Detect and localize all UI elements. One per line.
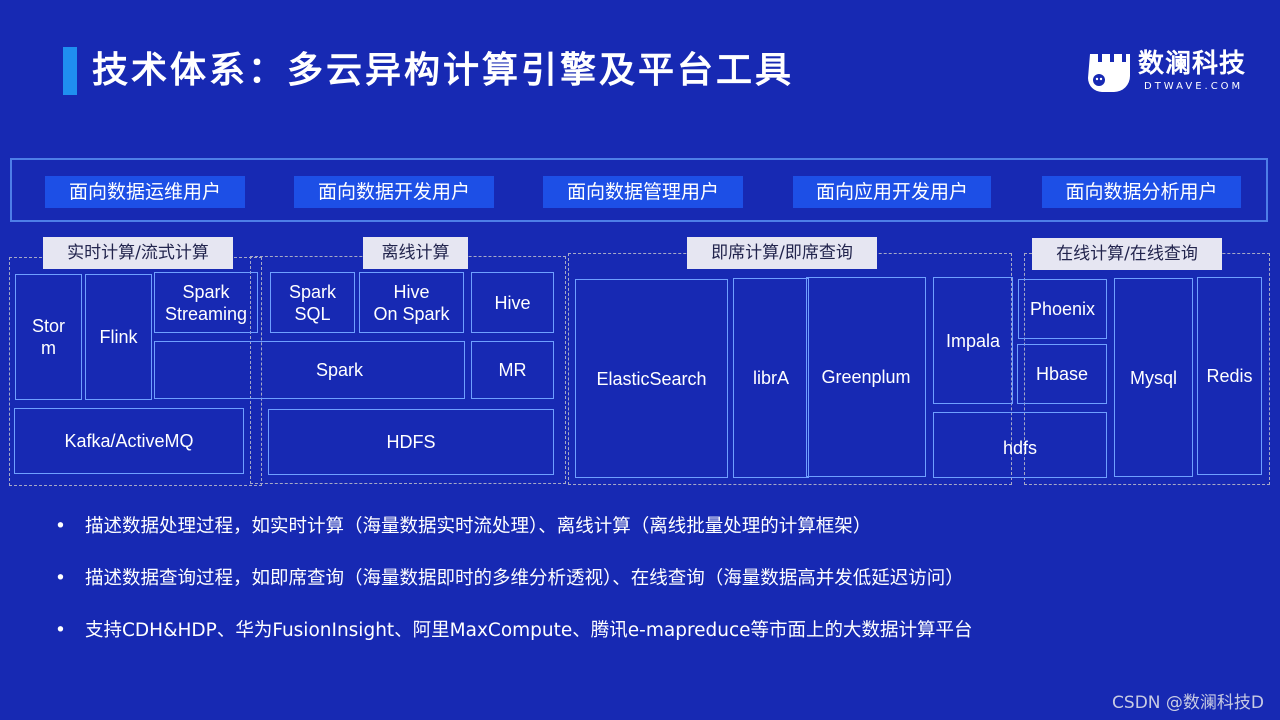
bullet-dot-icon: • (55, 568, 66, 589)
component-hdfs-lower: hdfs (933, 412, 1107, 478)
component-greenplum-label: Greenplum (821, 367, 911, 387)
component-spark-sql-label: Spark SQL (288, 281, 337, 324)
component-spark-streaming-label: Spark Streaming (164, 281, 248, 324)
component-impala: Impala (933, 277, 1013, 404)
component-impala-label: Impala (945, 330, 1001, 351)
page-title: 技术体系：多云异构计算引擎及平台工具 (92, 50, 795, 91)
component-flink-label: Flink (99, 327, 138, 347)
user-type-app-dev: 面向应用开发用户 (793, 176, 991, 208)
logo-name: 数澜科技 (1138, 49, 1247, 79)
group-label-adhoc: 即席计算/即席查询 (687, 237, 877, 269)
group-label-realtime: 实时计算/流式计算 (43, 237, 233, 269)
title-accent-bar (63, 47, 77, 95)
component-libra: librA (733, 278, 809, 478)
component-hdfs: HDFS (268, 409, 554, 475)
watermark: CSDN @数澜科技D (1112, 693, 1264, 713)
sloth-logo-icon (1088, 54, 1130, 92)
user-type-mgmt: 面向数据管理用户 (543, 176, 743, 208)
component-hbase-label: Hbase (1035, 364, 1089, 384)
brand-logo: 数澜科技 DTWAVE.COM (1086, 48, 1256, 96)
component-elasticsearch: ElasticSearch (575, 279, 728, 478)
component-kafka-activemq: Kafka/ActiveMQ (14, 408, 244, 474)
bullet-item: • 描述数据处理过程，如实时计算（海量数据实时流处理）、离线计算（离线批量处理的计… (55, 514, 871, 540)
group-label-offline: 离线计算 (363, 237, 468, 269)
bullet-item: • 支持CDH&HDP、华为FusionInsight、阿里MaxCompute、… (55, 618, 973, 644)
component-hive-label: Hive (494, 292, 531, 313)
bullet-text: 描述数据处理过程，如实时计算（海量数据实时流处理）、离线计算（离线批量处理的计算… (85, 516, 872, 537)
component-hive-on-spark-label: Hive On Spark (373, 281, 450, 324)
user-type-dev: 面向数据开发用户 (294, 176, 494, 208)
component-mr-label: MR (498, 360, 527, 380)
component-storm: Stor m (15, 274, 82, 400)
user-type-ops: 面向数据运维用户 (45, 176, 245, 208)
component-mr: MR (471, 341, 554, 399)
component-libra-label: librA (752, 368, 789, 388)
component-spark-sql: Spark SQL (270, 272, 355, 333)
component-elasticsearch-label: ElasticSearch (596, 368, 707, 389)
group-label-online: 在线计算/在线查询 (1032, 238, 1222, 270)
component-spark: Spark (154, 341, 465, 399)
component-hbase: Hbase (1017, 344, 1107, 404)
component-flink: Flink (85, 274, 152, 400)
user-type-analysis: 面向数据分析用户 (1042, 176, 1241, 208)
component-hdfs-lower-label: hdfs (1002, 438, 1038, 458)
bullet-dot-icon: • (55, 516, 66, 537)
bullet-item: • 描述数据查询过程，如即席查询（海量数据即时的多维分析透视）、在线查询（海量数据… (55, 566, 964, 592)
component-phoenix-label: Phoenix (1029, 299, 1096, 319)
component-kafka-label: Kafka/ActiveMQ (64, 431, 194, 451)
bullet-dot-icon: • (55, 620, 66, 641)
bullet-text: 支持CDH&HDP、华为FusionInsight、阿里MaxCompute、腾… (85, 620, 973, 641)
component-redis-label: Redis (1206, 366, 1253, 386)
component-hdfs-label: HDFS (386, 432, 436, 452)
component-storm-label: Stor m (31, 316, 65, 358)
component-spark-streaming: Spark Streaming (154, 272, 258, 333)
component-mysql-label: Mysql (1129, 367, 1177, 388)
component-hive-on-spark: Hive On Spark (359, 272, 464, 333)
component-mysql: Mysql (1114, 278, 1193, 477)
component-hive: Hive (471, 272, 554, 333)
component-greenplum: Greenplum (806, 277, 926, 477)
logo-domain: DTWAVE.COM (1144, 81, 1244, 92)
component-spark-label: Spark (315, 360, 364, 380)
bullet-text: 描述数据查询过程，如即席查询（海量数据即时的多维分析透视）、在线查询（海量数据高… (85, 568, 964, 589)
component-redis: Redis (1197, 277, 1262, 475)
component-phoenix: Phoenix (1018, 279, 1107, 339)
